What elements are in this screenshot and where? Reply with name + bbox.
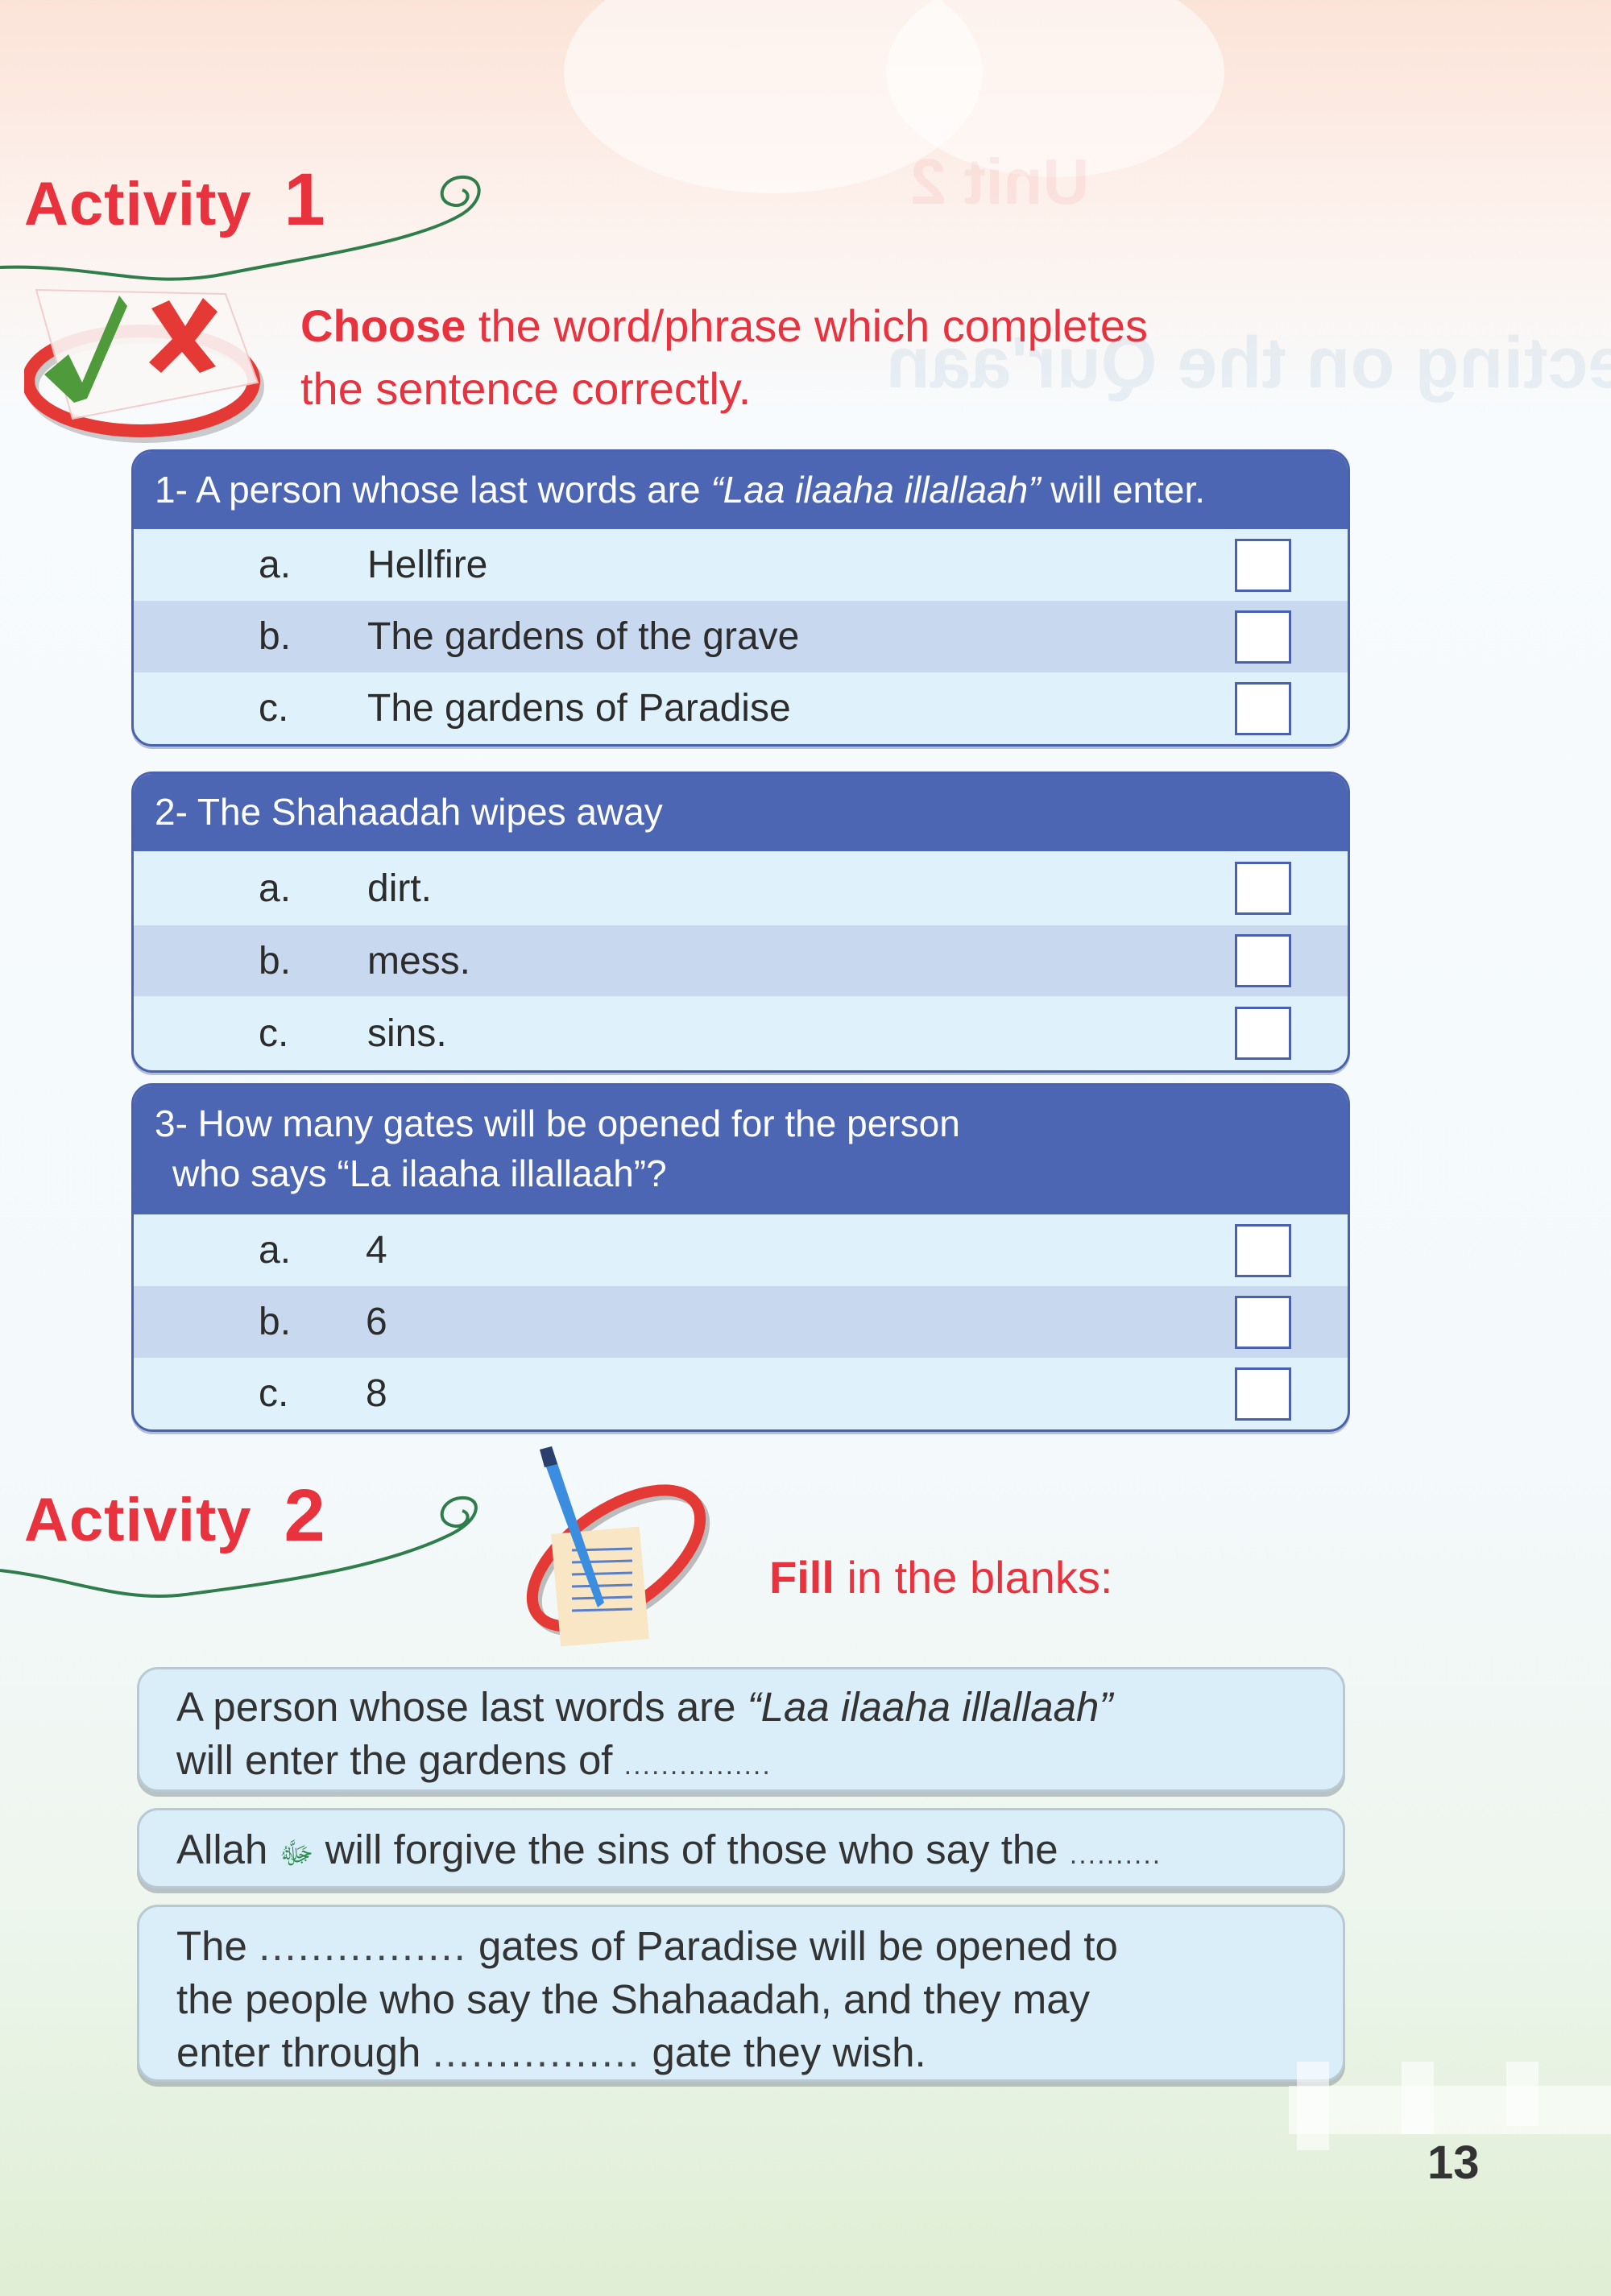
question-text-line2: who says “La ilaaha illallaah”? <box>172 1152 667 1194</box>
fill-blank-card-2: Allah ﷻ will forgive the sins of those w… <box>137 1808 1345 1889</box>
option-letter: c. <box>259 687 289 730</box>
option-row: a. Hellfire <box>134 529 1348 601</box>
question-card-2: 2- The Shahaadah wipes away a. dirt. b. … <box>131 772 1350 1073</box>
activity-1-instruction: Choose the word/phrase which completes t… <box>300 295 1148 420</box>
sentence-text-cont: will forgive the sins of those who say t… <box>313 1826 1070 1872</box>
sentence-text: A person whose last words are <box>176 1684 748 1730</box>
instruction-keyword: Fill <box>769 1552 834 1603</box>
check-cross-icon <box>24 288 264 443</box>
bleed-through-text: Unit 2 <box>910 146 1090 217</box>
blank-field[interactable]: ................ <box>433 2029 641 2075</box>
instruction-text: in the blanks: <box>834 1552 1113 1603</box>
honorific-glyph: ﷻ <box>279 1837 314 1871</box>
question-card-1: 1- A person whose last words are “Laa il… <box>131 449 1350 747</box>
question-text: 1- A person whose last words are <box>155 469 711 511</box>
option-letter: a. <box>259 1229 292 1272</box>
option-letter: b. <box>259 615 292 658</box>
swirl-underline-icon <box>0 1496 478 1598</box>
sentence-text-end: gate they wish. <box>640 2029 926 2075</box>
question-card-3: 3- How many gates will be opened for the… <box>131 1083 1350 1432</box>
option-letter: c. <box>259 1372 289 1415</box>
option-text: sins. <box>367 1011 447 1055</box>
instruction-keyword: Choose <box>300 300 466 351</box>
option-row: a. dirt. <box>134 851 1348 925</box>
option-letter: b. <box>259 1301 292 1343</box>
question-prompt: 1- A person whose last words are “Laa il… <box>134 452 1348 529</box>
sentence-quote: “Laa ilaaha illallaah” <box>747 1684 1113 1730</box>
option-row: b. The gardens of the grave <box>134 601 1348 672</box>
option-text: 4 <box>366 1229 387 1272</box>
question-quote: “Laa ilaaha illallaah” <box>710 469 1041 511</box>
fill-blank-card-3: The ................ gates of Paradise w… <box>137 1905 1345 2082</box>
option-row: c. sins. <box>134 996 1348 1070</box>
option-text: 8 <box>366 1372 387 1415</box>
option-text: dirt. <box>367 867 433 910</box>
answer-checkbox[interactable] <box>1235 1007 1291 1060</box>
swirl-underline-icon <box>0 175 481 281</box>
option-text: Hellfire <box>367 544 488 586</box>
option-row: b. 6 <box>134 1286 1348 1358</box>
answer-checkbox[interactable] <box>1235 1223 1291 1277</box>
answer-checkbox[interactable] <box>1235 862 1291 915</box>
sentence-text-line3: enter through <box>176 2029 433 2075</box>
option-text: 6 <box>366 1301 387 1343</box>
question-prompt: 2- The Shahaadah wipes away <box>134 774 1348 851</box>
blank-field[interactable]: .......... <box>1070 1839 1162 1870</box>
question-text: 2- The Shahaadah wipes away <box>155 791 663 833</box>
instruction-text: the word/phrase which completes <box>466 300 1149 351</box>
option-letter: c. <box>259 1011 289 1055</box>
option-letter: a. <box>259 867 292 910</box>
option-row: c. The gardens of Paradise <box>134 672 1348 744</box>
option-text: The gardens of the grave <box>367 615 800 658</box>
sentence-text-cont: gates of Paradise will be opened to <box>466 1923 1118 1969</box>
answer-checkbox[interactable] <box>1235 538 1291 592</box>
fence-decoration <box>1402 2062 1434 2134</box>
question-text: 3- How many gates will be opened for the… <box>155 1102 960 1144</box>
question-text-end: will enter. <box>1040 469 1206 511</box>
fill-blank-card-1: A person whose last words are “Laa ilaah… <box>137 1667 1345 1792</box>
answer-checkbox[interactable] <box>1235 610 1291 664</box>
option-text: mess. <box>367 939 471 983</box>
option-row: a. 4 <box>134 1214 1348 1286</box>
blank-field[interactable]: ................ <box>624 1750 772 1781</box>
fence-decoration <box>1297 2062 1329 2150</box>
option-row: b. mess. <box>134 925 1348 996</box>
answer-checkbox[interactable] <box>1235 1367 1291 1421</box>
option-letter: b. <box>259 939 292 983</box>
option-letter: a. <box>259 544 292 586</box>
sentence-text-line2: the people who say the Shahaadah, and th… <box>176 1976 1091 2022</box>
question-prompt: 3- How many gates will be opened for the… <box>134 1086 1348 1214</box>
option-text: The gardens of Paradise <box>367 687 791 730</box>
fence-decoration <box>1289 2086 1611 2134</box>
pen-paper-icon <box>526 1446 710 1647</box>
sentence-text: Allah <box>176 1826 280 1872</box>
blank-field[interactable]: ................ <box>259 1923 467 1969</box>
sentence-text: The <box>176 1923 259 1969</box>
answer-checkbox[interactable] <box>1235 1295 1291 1349</box>
page-number: 13 <box>1427 2137 1480 2189</box>
sentence-text-line2: will enter the gardens of <box>176 1737 624 1783</box>
answer-checkbox[interactable] <box>1235 934 1291 987</box>
option-row: c. 8 <box>134 1358 1348 1429</box>
answer-checkbox[interactable] <box>1235 681 1291 735</box>
fence-decoration <box>1506 2062 1539 2126</box>
instruction-text-line2: the sentence correctly. <box>300 363 752 414</box>
activity-2-instruction: Fill in the blanks: <box>769 1546 1112 1609</box>
